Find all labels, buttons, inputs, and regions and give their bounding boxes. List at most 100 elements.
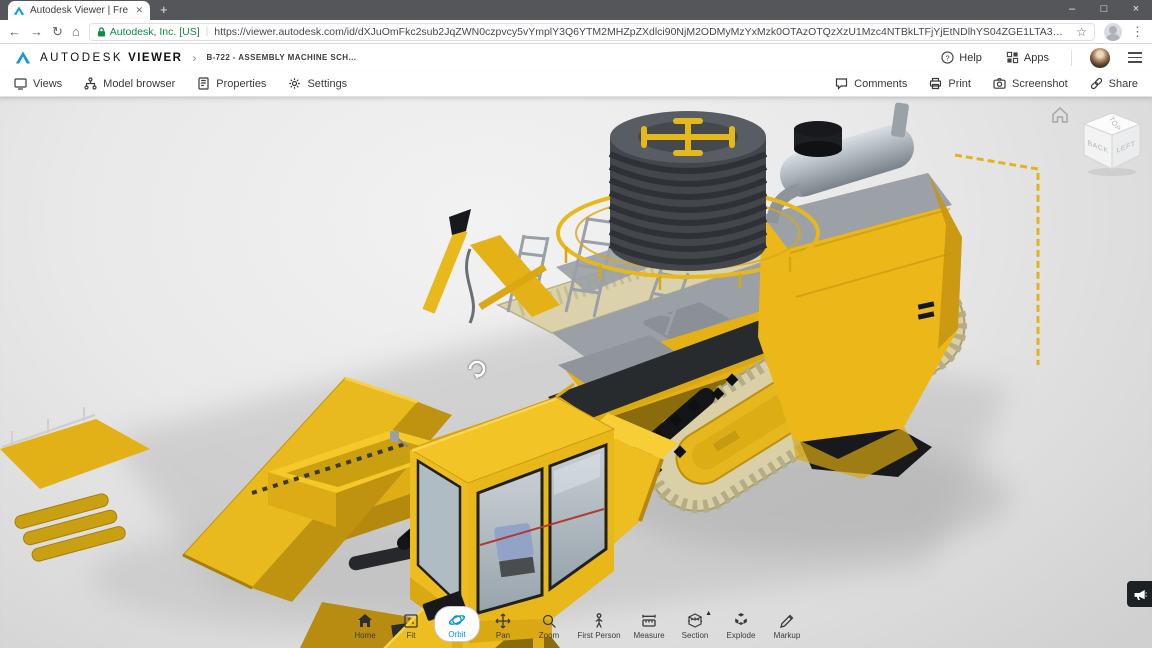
tool-home[interactable]: Home bbox=[342, 608, 388, 642]
brand-wordmark[interactable]: AUTODESK VIEWER bbox=[40, 52, 182, 64]
hamburger-menu-icon[interactable] bbox=[1128, 52, 1142, 63]
svg-text:?: ? bbox=[946, 53, 950, 62]
tool-fit-label: Fit bbox=[407, 631, 416, 640]
document-title[interactable]: B-722 - ASSEMBLY MACHINE SCH... bbox=[206, 53, 356, 62]
user-avatar[interactable] bbox=[1090, 48, 1110, 68]
settings-button[interactable]: Settings bbox=[288, 77, 347, 90]
model-browser-icon bbox=[84, 77, 97, 90]
browser-tab[interactable]: Autodesk Viewer | Free Online F... ✕ bbox=[8, 1, 150, 20]
megaphone-icon bbox=[1133, 588, 1147, 601]
print-button[interactable]: Print bbox=[929, 77, 971, 90]
navigation-toolbar: Home Fit Orbit Pan bbox=[342, 606, 810, 642]
settings-label: Settings bbox=[307, 78, 347, 90]
security-label: Autodesk, Inc. [US] bbox=[110, 26, 200, 38]
autodesk-favicon bbox=[13, 5, 25, 17]
section-icon bbox=[686, 612, 704, 630]
back-icon[interactable]: ← bbox=[8, 25, 21, 38]
tool-section[interactable]: ▲ Section bbox=[672, 608, 718, 642]
orbit-icon bbox=[448, 611, 466, 629]
comments-button[interactable]: Comments bbox=[835, 77, 907, 90]
model-browser-button[interactable]: Model browser bbox=[84, 77, 175, 90]
tool-first-person-label: First Person bbox=[577, 631, 620, 640]
fit-icon bbox=[402, 612, 420, 630]
tool-pan-label: Pan bbox=[496, 631, 510, 640]
viewcube[interactable]: TOP BACK LEFT bbox=[1076, 111, 1148, 177]
markup-pencil-icon bbox=[778, 612, 796, 630]
comments-label: Comments bbox=[854, 78, 907, 90]
tool-measure-label: Measure bbox=[633, 631, 664, 640]
apps-grid-icon bbox=[1006, 51, 1019, 64]
screenshot-button[interactable]: Screenshot bbox=[993, 77, 1068, 90]
tool-markup[interactable]: Markup bbox=[764, 608, 810, 642]
feedback-button[interactable] bbox=[1127, 581, 1152, 607]
views-label: Views bbox=[33, 78, 62, 90]
apps-button[interactable]: Apps bbox=[1006, 51, 1049, 64]
apps-label: Apps bbox=[1024, 52, 1049, 64]
model-browser-label: Model browser bbox=[103, 78, 175, 90]
autodesk-logo-icon bbox=[14, 50, 32, 66]
brand-autodesk: AUTODESK bbox=[40, 52, 123, 64]
window-controls: – □ × bbox=[1056, 0, 1152, 20]
forward-icon[interactable]: → bbox=[30, 25, 43, 38]
print-label: Print bbox=[948, 78, 971, 90]
address-bar[interactable]: Autodesk, Inc. [US] | https://viewer.aut… bbox=[89, 23, 1095, 41]
breadcrumb-chevron-icon: › bbox=[192, 51, 196, 65]
tab-close-icon[interactable]: ✕ bbox=[133, 5, 145, 16]
window-minimize-icon[interactable]: – bbox=[1056, 0, 1088, 20]
app-header: AUTODESK VIEWER › B-722 - ASSEMBLY MACHI… bbox=[0, 44, 1152, 71]
help-button[interactable]: ? Help bbox=[941, 51, 982, 64]
tool-markup-label: Markup bbox=[774, 631, 801, 640]
properties-button[interactable]: Properties bbox=[197, 77, 266, 90]
tool-first-person[interactable]: First Person bbox=[572, 608, 626, 642]
tool-explode-label: Explode bbox=[727, 631, 756, 640]
properties-icon bbox=[197, 77, 210, 90]
tool-fit[interactable]: Fit bbox=[388, 608, 434, 642]
screenshot-camera-icon bbox=[993, 77, 1006, 90]
browser-profile-avatar[interactable] bbox=[1104, 23, 1122, 41]
tool-orbit-label: Orbit bbox=[448, 630, 465, 639]
reload-icon[interactable]: ↻ bbox=[52, 25, 63, 38]
window-close-icon[interactable]: × bbox=[1120, 0, 1152, 20]
bookmark-star-icon[interactable]: ☆ bbox=[1076, 25, 1087, 39]
measure-icon bbox=[640, 612, 658, 630]
comments-icon bbox=[835, 77, 848, 90]
security-chip[interactable]: Autodesk, Inc. [US] bbox=[97, 26, 200, 38]
viewer-canvas[interactable]: TOP BACK LEFT Home Fit Orbit bbox=[0, 97, 1152, 648]
viewcube-home-icon[interactable] bbox=[1050, 105, 1070, 125]
first-person-icon bbox=[590, 612, 608, 630]
explode-icon bbox=[732, 612, 750, 630]
brand-viewer: VIEWER bbox=[128, 52, 182, 64]
print-icon bbox=[929, 77, 942, 90]
browser-home-icon[interactable]: ⌂ bbox=[72, 25, 80, 38]
share-link-icon bbox=[1090, 77, 1103, 90]
tool-section-label: Section bbox=[682, 631, 709, 640]
tool-orbit[interactable]: Orbit bbox=[434, 606, 480, 642]
orbit-cursor-icon bbox=[464, 355, 490, 381]
properties-label: Properties bbox=[216, 78, 266, 90]
browser-menu-icon[interactable]: ⋮ bbox=[1131, 24, 1144, 40]
model-3d-machine[interactable] bbox=[0, 97, 1152, 648]
screenshot-label: Screenshot bbox=[1012, 78, 1068, 90]
share-button[interactable]: Share bbox=[1090, 77, 1138, 90]
section-badge-icon: ▲ bbox=[705, 610, 712, 617]
tool-explode[interactable]: Explode bbox=[718, 608, 764, 642]
settings-gear-icon bbox=[288, 77, 301, 90]
views-icon bbox=[14, 77, 27, 90]
header-divider bbox=[1071, 50, 1072, 66]
tool-zoom-label: Zoom bbox=[539, 631, 559, 640]
tool-home-label: Home bbox=[354, 631, 375, 640]
url-text[interactable]: https://viewer.autodesk.com/id/dXJuOmFkc… bbox=[214, 26, 1070, 38]
browser-urlbar: ← → ↻ ⌂ Autodesk, Inc. [US] | https://vi… bbox=[0, 20, 1152, 44]
browser-titlebar: Autodesk Viewer | Free Online F... ✕ + –… bbox=[0, 0, 1152, 20]
tab-title: Autodesk Viewer | Free Online F... bbox=[30, 5, 128, 16]
tool-zoom[interactable]: Zoom bbox=[526, 608, 572, 642]
tool-pan[interactable]: Pan bbox=[480, 608, 526, 642]
zoom-icon bbox=[540, 612, 558, 630]
new-tab-button[interactable]: + bbox=[160, 2, 168, 17]
help-icon: ? bbox=[941, 51, 954, 64]
tool-measure[interactable]: Measure bbox=[626, 608, 672, 642]
window-maximize-icon[interactable]: □ bbox=[1088, 0, 1120, 20]
views-button[interactable]: Views bbox=[14, 77, 62, 90]
pan-icon bbox=[494, 612, 512, 630]
omnibox-divider: | bbox=[206, 26, 209, 37]
